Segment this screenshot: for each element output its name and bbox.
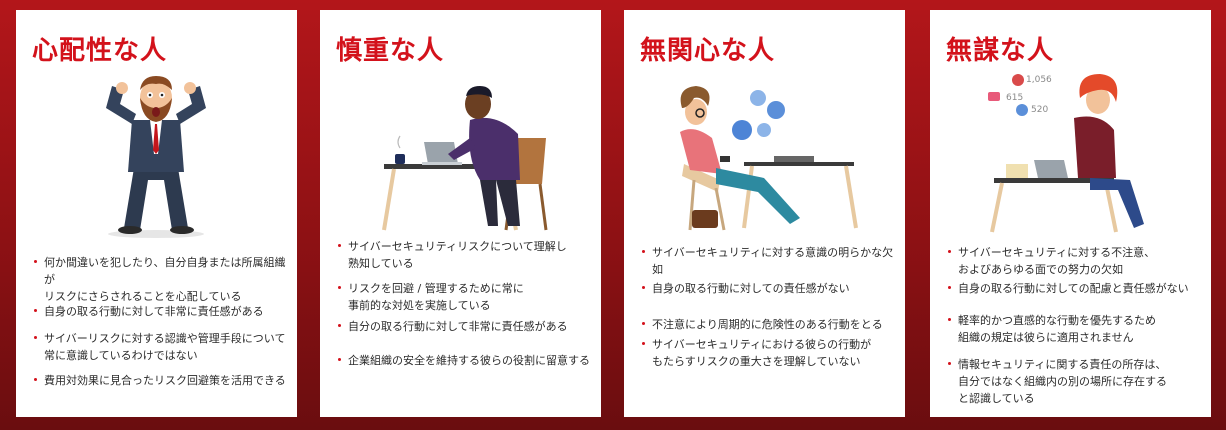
likes-count: 520 xyxy=(1031,105,1049,115)
list-item: サイバーセキュリティに対する不注意、 およびあらゆる面での努力の欠如 xyxy=(948,244,1201,278)
list-item: 自身の取る行動に対しての配慮と責任感がない xyxy=(948,280,1201,297)
list-item: 何か間違いを犯したり、自分自身または所属組織が リスクにさらされることを心配して… xyxy=(34,254,287,305)
card-cautious: 慎重な人 サイバーセキュリティリスクについて理解し 熟知している リスクを回避 … xyxy=(320,10,601,417)
hearts-count: 1,056 xyxy=(1026,75,1052,85)
list-item: 自分の取る行動に対して非常に責任感がある xyxy=(338,318,591,335)
list-item: リスクを回避 / 管理するために常に 事前的な対処を実施している xyxy=(338,280,591,314)
card-reckless: 無謀な人 1,056 615 520 サイバーセキュリティに対する不注意、 およ… xyxy=(930,10,1211,417)
comments-count: 615 xyxy=(1006,93,1024,103)
list-item: サイバーセキュリティに対する意識の明らかな欠如 xyxy=(642,244,895,278)
list-item: 軽率的かつ直感的な行動を優先するため 組織の規定は彼らに適用されません xyxy=(948,312,1201,346)
card-indifferent: 無関心な人 サイバーセキュリティに対する意識の明らかな欠如 自身の取る行動に対し… xyxy=(624,10,905,417)
list-item: サイバーセキュリティリスクについて理解し 熟知している xyxy=(338,238,591,272)
card-title: 心配性な人 xyxy=(32,36,168,66)
list-item: サイバーリスクに対する認識や管理手段について 常に意識しているわけではない xyxy=(34,330,287,364)
reckless-woman-illustration xyxy=(988,74,1144,233)
list-item: 自身の取る行動に対しての責任感がない xyxy=(642,280,895,297)
worried-man-illustration xyxy=(106,76,206,238)
indifferent-woman-illustration xyxy=(680,86,858,231)
card-worrier: 心配性な人 何か間違いを犯したり、自分自身または所属組織が リスクにさらされるこ… xyxy=(16,10,297,417)
list-item: 自身の取る行動に対して非常に責任感がある xyxy=(34,303,287,320)
card-title: 無関心な人 xyxy=(640,36,776,66)
list-item: 不注意により周期的に危険性のある行動をとる xyxy=(642,316,895,333)
list-item: サイバーセキュリティにおける彼らの行動が もたらすリスクの重大さを理解していない xyxy=(642,336,895,370)
card-title: 慎重な人 xyxy=(336,36,445,66)
list-item: 費用対効果に見合ったリスク回避策を活用できる xyxy=(34,372,287,389)
cautious-man-at-desk-illustration xyxy=(382,86,548,231)
card-title: 無謀な人 xyxy=(946,36,1055,66)
list-item: 企業組織の安全を維持する彼らの役割に留意する xyxy=(338,352,591,369)
list-item: 情報セキュリティに関する責任の所存は、 自分ではなく組織内の別の場所に存在する … xyxy=(948,356,1201,407)
